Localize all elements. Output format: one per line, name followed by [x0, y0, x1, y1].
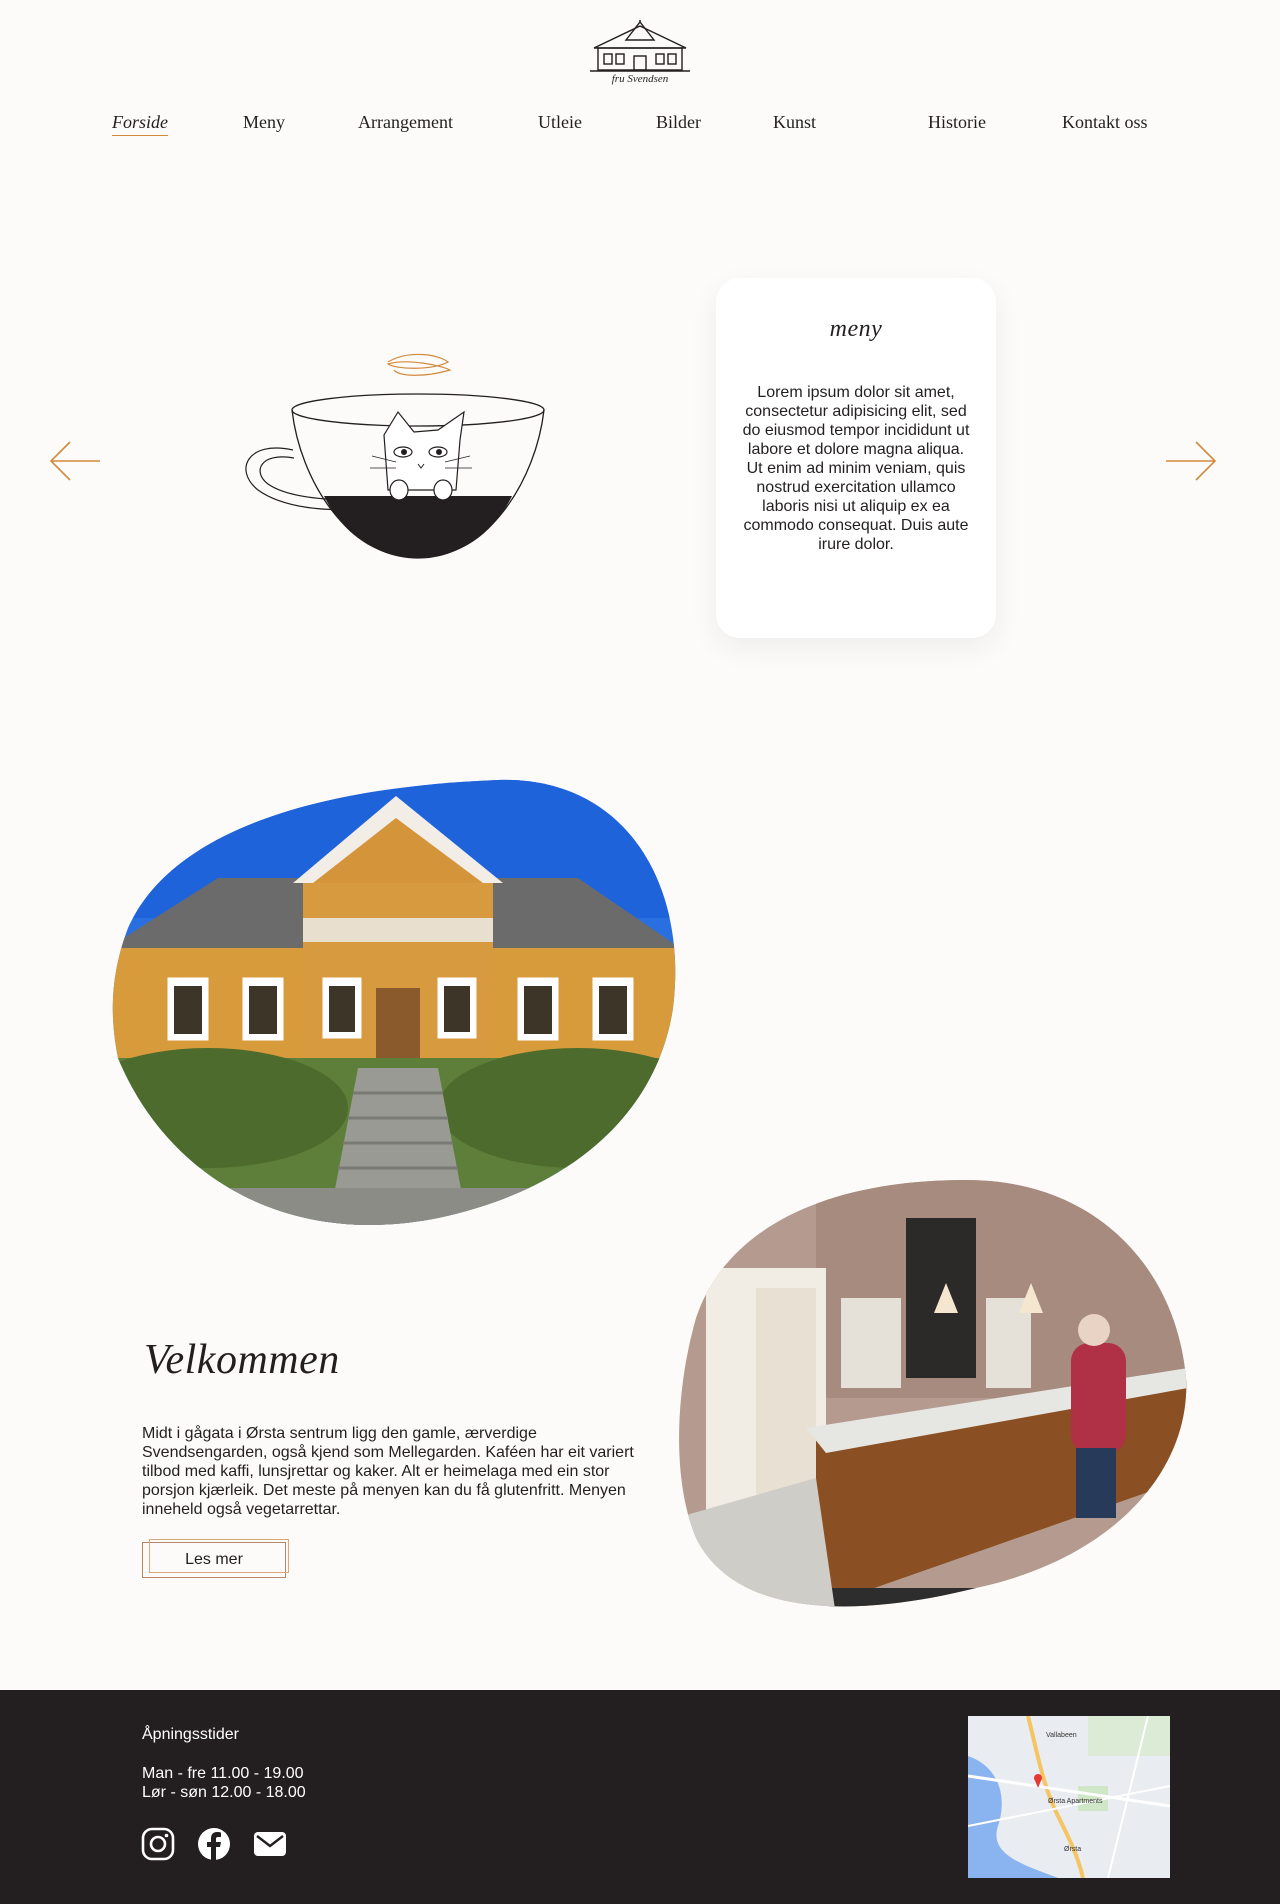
hours-weekdays: Man - fre 11.00 - 19.00 — [142, 1765, 304, 1782]
nav-item-forside[interactable]: Forside — [112, 112, 168, 136]
nav-item-bilder[interactable]: Bilder — [656, 112, 701, 133]
cafe-interior-photo — [676, 1178, 1188, 1616]
map-label-vallabeen: Vallabeen — [1046, 1732, 1077, 1739]
map-label-apartments: Ørsta Apartments — [1048, 1798, 1103, 1805]
house-photo — [108, 778, 680, 1226]
main-nav: Forside Meny Arrangement Utleie Bilder K… — [0, 112, 1280, 142]
svg-text:fru Svendsen: fru Svendsen — [612, 73, 669, 85]
mail-icon[interactable] — [252, 1826, 288, 1862]
read-more-button[interactable]: Les mer — [142, 1539, 289, 1578]
slider-prev-button[interactable] — [48, 440, 102, 482]
welcome-title: Velkommen — [144, 1337, 340, 1383]
nav-item-arrangement[interactable]: Arrangement — [358, 112, 453, 133]
menu-card-text: Lorem ipsum dolor sit amet, consectetur … — [742, 384, 970, 553]
menu-card[interactable]: meny Lorem ipsum dolor sit amet, consect… — [716, 278, 996, 638]
nav-item-kontakt-oss[interactable]: Kontakt oss — [1062, 112, 1148, 133]
footer: Åpningsstider Man - fre 11.00 - 19.00 Lø… — [0, 1690, 1280, 1904]
opening-hours: Man - fre 11.00 - 19.00 Lør - søn 12.00 … — [142, 1764, 306, 1802]
menu-card-title: meny — [829, 316, 883, 342]
logo[interactable]: fru Svendsen — [590, 18, 690, 90]
arrow-right-icon — [1166, 441, 1217, 481]
map-label-orsta: Ørsta — [1064, 1846, 1082, 1853]
nav-item-historie[interactable]: Historie — [928, 112, 986, 133]
nav-item-utleie[interactable]: Utleie — [538, 112, 582, 133]
welcome-text: Midt i gågata i Ørsta sentrum ligg den g… — [142, 1425, 634, 1518]
opening-hours-title: Åpningsstider — [142, 1726, 239, 1743]
hours-weekend: Lør - søn 12.00 - 18.00 — [142, 1784, 306, 1801]
facebook-icon[interactable] — [196, 1826, 232, 1862]
cat-cup-illustration — [238, 340, 558, 560]
location-map[interactable]: Vallabeen Ørsta Ørsta Apartments — [968, 1716, 1170, 1878]
instagram-icon[interactable] — [140, 1826, 176, 1862]
slider-next-button[interactable] — [1164, 440, 1218, 482]
nav-item-meny[interactable]: Meny — [243, 112, 285, 133]
arrow-left-icon — [49, 441, 100, 481]
nav-item-kunst[interactable]: Kunst — [773, 112, 816, 133]
